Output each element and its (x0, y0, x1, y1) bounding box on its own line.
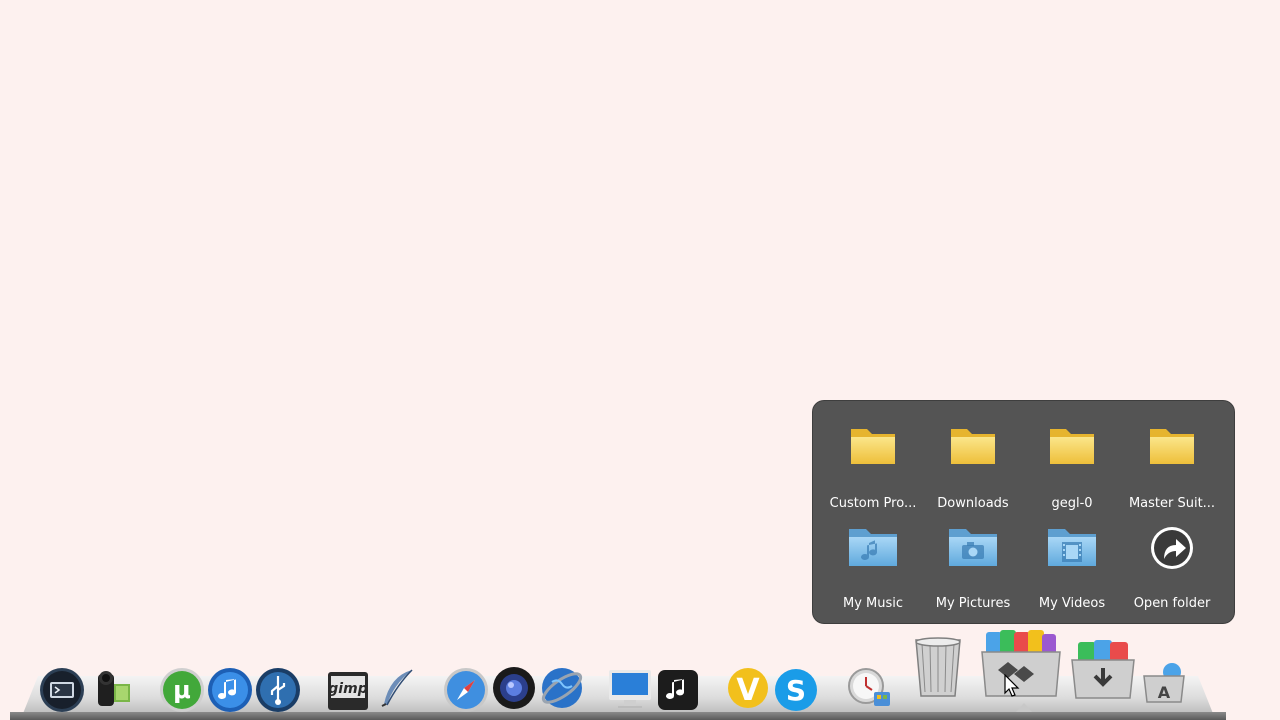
pictures-folder-icon (949, 529, 997, 566)
stack-item-label: gegl-0 (1051, 496, 1093, 511)
stack-item-downloads[interactable]: Downloads (923, 415, 1023, 511)
folder-icon (851, 429, 895, 464)
v-app-icon: V (728, 668, 768, 708)
dock-item-quill[interactable] (372, 664, 420, 712)
stack-popup: Custom Pro... Downloads gegl-0 Master Su… (812, 400, 1235, 624)
dock-item-stack[interactable] (978, 626, 1064, 702)
v-app-badge: V (736, 673, 760, 708)
stack-item-label: Master Suit... (1128, 496, 1216, 511)
dock-item-v-app[interactable]: V (724, 664, 772, 712)
dock-item-skype[interactable]: S (772, 666, 820, 714)
stack-item-label: My Videos (1038, 596, 1106, 611)
skype-icon: S (775, 669, 817, 711)
webcam-icon (493, 667, 535, 709)
utorrent-icon: μ (160, 668, 204, 712)
dock-item-globe[interactable] (538, 664, 586, 712)
imac-icon (609, 670, 651, 708)
folder-icon (951, 429, 995, 464)
quill-icon (381, 669, 413, 707)
camcorder-icon (98, 671, 130, 706)
app-store-badge: A (1158, 683, 1171, 702)
stack-item-my-music[interactable]: My Music (823, 515, 923, 611)
globe-icon (541, 668, 583, 708)
folder-icon (1050, 429, 1094, 464)
music-folder-icon (849, 529, 897, 566)
dock-item-music-app[interactable] (654, 666, 702, 714)
gimp-icon: gimp (328, 672, 368, 710)
dock-item-webcam[interactable] (490, 664, 538, 712)
mouse-cursor-icon (1004, 674, 1020, 697)
dock-item-downloads-stack[interactable] (1068, 638, 1138, 702)
time-settings-icon (848, 668, 890, 706)
dock-item-trash[interactable] (910, 634, 966, 698)
dock-item-utorrent[interactable]: μ (158, 666, 206, 714)
skype-badge: S (786, 674, 806, 707)
stack-item-label: My Pictures (935, 596, 1011, 611)
open-folder-arrow-icon (1151, 527, 1193, 569)
dock-item-time-settings[interactable] (846, 662, 894, 710)
dock-item-usb[interactable] (254, 666, 302, 714)
dock-item-safari[interactable] (442, 666, 490, 714)
videos-folder-icon (1048, 529, 1096, 566)
stack-item-label: Custom Pro... (829, 496, 917, 511)
usb-icon (256, 668, 300, 712)
dock-item-imac[interactable] (606, 664, 654, 712)
dock-active-indicator (1016, 703, 1032, 712)
folder-icon (1150, 429, 1194, 464)
stack-item-label: Open folder (1133, 596, 1211, 611)
dock-item-gimp[interactable]: gimp (324, 666, 372, 714)
dock-item-itunes[interactable] (206, 666, 254, 714)
trash-icon (915, 637, 961, 697)
stack-item-label: My Music (842, 596, 904, 611)
stack-item-my-videos[interactable]: My Videos (1022, 515, 1122, 611)
itunes-icon (208, 668, 252, 712)
music-app-icon (658, 670, 698, 710)
stack-item-custom-pro[interactable]: Custom Pro... (823, 415, 923, 511)
stack-item-label: Downloads (937, 496, 1009, 511)
dock-item-terminal[interactable] (38, 666, 86, 714)
dock-item-app-store[interactable]: A (1140, 660, 1188, 704)
gimp-badge: gimp (328, 681, 367, 697)
utorrent-badge: μ (173, 676, 191, 704)
stack-item-my-pictures[interactable]: My Pictures (923, 515, 1023, 611)
safari-icon (444, 668, 488, 712)
terminal-icon (40, 668, 84, 712)
stack-item-open-folder[interactable]: Open folder (1122, 515, 1222, 611)
app-store-icon: A (1143, 663, 1185, 703)
stack-item-gegl[interactable]: gegl-0 (1022, 415, 1122, 511)
dock-item-camcorder[interactable] (88, 664, 136, 712)
stack-item-master-suit[interactable]: Master Suit... (1122, 415, 1222, 511)
stack-icon (981, 630, 1061, 697)
downloads-stack-icon (1071, 640, 1135, 699)
